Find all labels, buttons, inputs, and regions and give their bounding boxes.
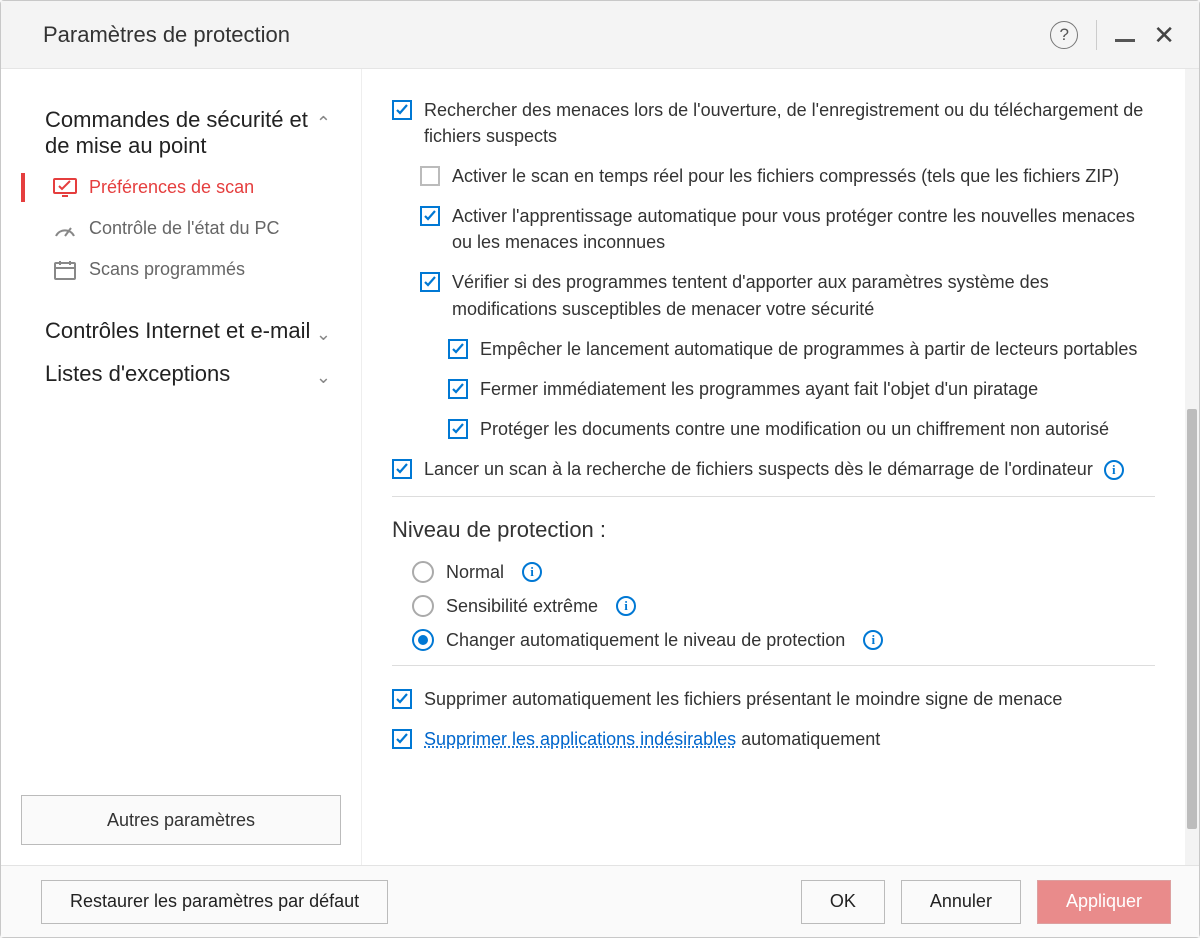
radio-label: Changer automatiquement le niveau de pro… <box>446 630 845 651</box>
footer: Restaurer les paramètres par défaut OK A… <box>1 865 1199 937</box>
separator <box>392 665 1155 666</box>
content: Rechercher des menaces lors de l'ouvertu… <box>362 69 1185 865</box>
sidebar-item-label: Préférences de scan <box>89 177 254 198</box>
sidebar-section-security[interactable]: Commandes de sécurité et de mise au poin… <box>21 99 341 167</box>
info-icon[interactable]: i <box>522 562 542 582</box>
apply-button[interactable]: Appliquer <box>1037 880 1171 924</box>
option-auto-delete[interactable]: Supprimer automatiquement les fichiers p… <box>392 686 1155 712</box>
option-remove-pua[interactable]: Supprimer les applications indésirables … <box>392 726 1155 750</box>
settings-window: Paramètres de protection ? ✕ Commandes d… <box>0 0 1200 938</box>
separator <box>1096 20 1097 50</box>
checkbox-icon[interactable] <box>392 100 412 120</box>
checkbox-icon[interactable] <box>420 166 440 186</box>
option-protect-docs[interactable]: Protéger les documents contre une modifi… <box>392 416 1155 442</box>
option-ml-protect[interactable]: Activer l'apprentissage automatique pour… <box>392 203 1155 255</box>
sidebar-section-exceptions[interactable]: Listes d'exceptions ⌄ <box>21 353 341 396</box>
sidebar-item-scheduled-scans[interactable]: Scans programmés <box>21 249 341 290</box>
checkbox-icon[interactable] <box>448 379 468 399</box>
checkbox-icon[interactable] <box>420 272 440 292</box>
option-monitor-system-changes[interactable]: Vérifier si des programmes tentent d'app… <box>392 269 1155 321</box>
option-label: Lancer un scan à la recherche de fichier… <box>424 456 1124 482</box>
option-block-autorun[interactable]: Empêcher le lancement automatique de pro… <box>392 336 1155 362</box>
option-label: Activer l'apprentissage automatique pour… <box>452 203 1155 255</box>
chevron-up-icon: ⌃ <box>316 113 331 134</box>
checkbox-icon[interactable] <box>392 459 412 479</box>
option-label: Supprimer les applications indésirables … <box>424 726 880 750</box>
close-button[interactable]: ✕ <box>1153 22 1175 48</box>
option-scan-on-open[interactable]: Rechercher des menaces lors de l'ouvertu… <box>392 97 1155 149</box>
option-label: Rechercher des menaces lors de l'ouvertu… <box>424 97 1155 149</box>
minimize-button[interactable] <box>1115 39 1135 42</box>
calendar-icon <box>53 260 77 280</box>
content-wrap: Rechercher des menaces lors de l'ouvertu… <box>361 69 1199 865</box>
sidebar: Commandes de sécurité et de mise au poin… <box>1 69 361 865</box>
ok-button[interactable]: OK <box>801 880 885 924</box>
option-text: Lancer un scan à la recherche de fichier… <box>424 459 1093 479</box>
checkbox-icon[interactable] <box>448 339 468 359</box>
option-label: Empêcher le lancement automatique de pro… <box>480 336 1137 362</box>
option-label: Fermer immédiatement les programmes ayan… <box>480 376 1038 402</box>
scrollbar[interactable] <box>1185 69 1199 865</box>
window-controls: ? ✕ <box>1050 20 1175 50</box>
radio-label: Normal <box>446 562 504 583</box>
pua-tail: automatiquement <box>736 729 880 749</box>
radio-normal[interactable]: Normal i <box>392 561 1155 583</box>
option-label: Vérifier si des programmes tentent d'app… <box>452 269 1155 321</box>
titlebar: Paramètres de protection ? ✕ <box>1 1 1199 69</box>
window-title: Paramètres de protection <box>43 22 1050 48</box>
sidebar-item-label: Contrôle de l'état du PC <box>89 218 280 239</box>
chevron-down-icon: ⌄ <box>316 367 331 388</box>
other-settings-button[interactable]: Autres paramètres <box>21 795 341 845</box>
info-icon[interactable]: i <box>1104 460 1124 480</box>
option-close-hijacked[interactable]: Fermer immédiatement les programmes ayan… <box>392 376 1155 402</box>
option-label: Activer le scan en temps réel pour les f… <box>452 163 1119 189</box>
gauge-icon <box>53 219 77 239</box>
info-icon[interactable]: i <box>863 630 883 650</box>
radio-icon[interactable] <box>412 595 434 617</box>
checkbox-icon[interactable] <box>392 729 412 749</box>
sidebar-section-internet[interactable]: Contrôles Internet et e-mail ⌄ <box>21 310 341 353</box>
sidebar-section-label: Listes d'exceptions <box>45 361 230 387</box>
checkbox-icon[interactable] <box>420 206 440 226</box>
cancel-button[interactable]: Annuler <box>901 880 1021 924</box>
separator <box>392 496 1155 497</box>
info-icon[interactable]: i <box>616 596 636 616</box>
option-label: Protéger les documents contre une modifi… <box>480 416 1109 442</box>
radio-icon[interactable] <box>412 629 434 651</box>
restore-defaults-button[interactable]: Restaurer les paramètres par défaut <box>41 880 388 924</box>
monitor-icon <box>53 178 77 198</box>
option-label: Supprimer automatiquement les fichiers p… <box>424 686 1062 712</box>
checkbox-icon[interactable] <box>448 419 468 439</box>
pua-link[interactable]: Supprimer les applications indésirables <box>424 729 736 749</box>
body: Commandes de sécurité et de mise au poin… <box>1 69 1199 865</box>
sidebar-section-label: Contrôles Internet et e-mail <box>45 318 310 344</box>
radio-auto[interactable]: Changer automatiquement le niveau de pro… <box>392 629 1155 651</box>
sidebar-item-pc-health[interactable]: Contrôle de l'état du PC <box>21 208 341 249</box>
sidebar-item-scan-preferences[interactable]: Préférences de scan <box>21 167 341 208</box>
option-scan-on-boot[interactable]: Lancer un scan à la recherche de fichier… <box>392 456 1155 482</box>
help-icon[interactable]: ? <box>1050 21 1078 49</box>
radio-extreme[interactable]: Sensibilité extrême i <box>392 595 1155 617</box>
scrollbar-thumb[interactable] <box>1187 409 1197 829</box>
radio-icon[interactable] <box>412 561 434 583</box>
chevron-down-icon: ⌄ <box>316 324 331 345</box>
checkbox-icon[interactable] <box>392 689 412 709</box>
radio-label: Sensibilité extrême <box>446 596 598 617</box>
protection-level-title: Niveau de protection : <box>392 517 1155 543</box>
option-realtime-compressed[interactable]: Activer le scan en temps réel pour les f… <box>392 163 1155 189</box>
sidebar-item-label: Scans programmés <box>89 259 245 280</box>
sidebar-section-label: Commandes de sécurité et de mise au poin… <box>45 107 316 159</box>
